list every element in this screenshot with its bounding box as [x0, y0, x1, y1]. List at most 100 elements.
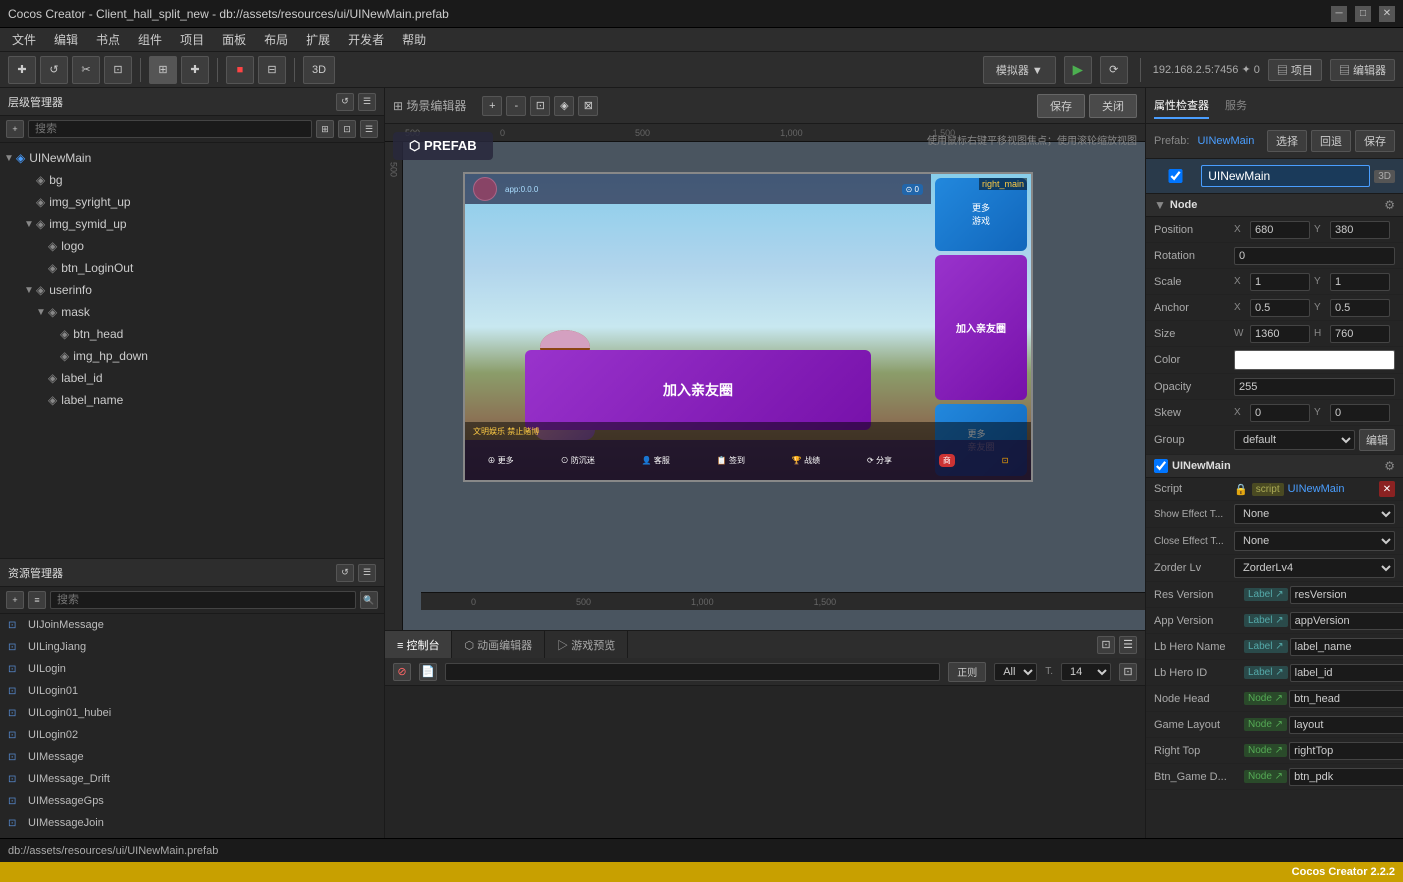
- tree-item-img-symid[interactable]: ▼ ◈ img_symid_up: [0, 213, 384, 235]
- asset-item-uilogin01-hubei[interactable]: ⊡UILogin01_hubei: [0, 702, 384, 724]
- scene-nav-2[interactable]: ◈: [554, 96, 574, 116]
- asset-item-uimessagelost[interactable]: ⊡UIMessageLostConnect: [0, 834, 384, 838]
- asset-item-uimessagejoin[interactable]: ⊡UIMessageJoin: [0, 812, 384, 834]
- skew-x-input[interactable]: [1250, 404, 1310, 422]
- scale-x-input[interactable]: [1250, 273, 1310, 291]
- tab-animation[interactable]: ⬡ 动画编辑器: [452, 631, 545, 659]
- hierarchy-search-input[interactable]: [28, 120, 312, 138]
- nav-chest[interactable]: ⊡: [1002, 456, 1009, 465]
- select-prefab-button[interactable]: 选择: [1267, 130, 1307, 152]
- asset-item-uilogin01[interactable]: ⊡UILogin01: [0, 680, 384, 702]
- bottom-menu-btn[interactable]: ☰: [1119, 636, 1137, 654]
- log-level-select[interactable]: All: [994, 663, 1037, 681]
- scene-nav-3[interactable]: ⊠: [578, 96, 598, 116]
- tree-item-img-syright[interactable]: ◈ img_syright_up: [0, 191, 384, 213]
- asset-item-uimessagegps[interactable]: ⊡UIMessageGps: [0, 790, 384, 812]
- component-name-input[interactable]: [1201, 165, 1370, 187]
- anchor-y-input[interactable]: [1330, 299, 1390, 317]
- position-x-input[interactable]: [1250, 221, 1310, 239]
- asset-item-uilogin[interactable]: ⊡UILogin: [0, 658, 384, 680]
- asset-item-uimessage-drift[interactable]: ⊡UIMessage_Drift: [0, 768, 384, 790]
- res-version-input[interactable]: [1290, 586, 1403, 604]
- asset-refresh[interactable]: ↺: [336, 564, 354, 582]
- add-node-button[interactable]: ✚: [8, 56, 36, 84]
- color-swatch[interactable]: [1234, 350, 1395, 370]
- group-select[interactable]: default: [1234, 430, 1355, 450]
- bottom-expand-btn[interactable]: ⊡: [1097, 636, 1115, 654]
- console-search-input[interactable]: [445, 663, 940, 681]
- tab-console[interactable]: ≡ 控制台: [385, 631, 452, 659]
- game-layout-input[interactable]: [1289, 716, 1403, 734]
- opacity-input[interactable]: [1234, 378, 1395, 396]
- right-top-input[interactable]: [1289, 742, 1403, 760]
- play-button[interactable]: ▶: [1064, 56, 1092, 84]
- zoom-in-button[interactable]: +: [482, 96, 502, 116]
- nav-checkin[interactable]: 📋 签到: [717, 455, 745, 466]
- rect-button[interactable]: ■: [226, 56, 254, 84]
- nav-more[interactable]: ⊕ 更多: [487, 455, 513, 466]
- asset-item-uijoinmessage[interactable]: ⊡UIJoinMessage: [0, 614, 384, 636]
- menu-help[interactable]: 帮助: [394, 28, 434, 52]
- lb-hero-name-input[interactable]: [1290, 638, 1403, 656]
- save-prefab-button[interactable]: 保存: [1355, 130, 1395, 152]
- nav-service[interactable]: 👤 客服: [642, 455, 670, 466]
- anchor-x-input[interactable]: [1250, 299, 1310, 317]
- script-remove-button[interactable]: ✕: [1379, 481, 1395, 497]
- group-edit-button[interactable]: 编辑: [1359, 429, 1395, 451]
- nav-share[interactable]: ⟳ 分享: [867, 455, 892, 466]
- menu-dev[interactable]: 开发者: [340, 28, 392, 52]
- asset-search-go[interactable]: 🔍: [360, 591, 378, 609]
- app-version-input[interactable]: [1290, 612, 1403, 630]
- uinewmain-section-header[interactable]: UINewMain ⚙: [1146, 455, 1403, 478]
- size-w-input[interactable]: [1250, 325, 1310, 343]
- menu-node[interactable]: 书点: [88, 28, 128, 52]
- lb-hero-id-input[interactable]: [1290, 664, 1403, 682]
- rotation-input[interactable]: [1234, 247, 1395, 265]
- btn-game-input[interactable]: [1289, 768, 1403, 786]
- hierarchy-refresh[interactable]: ↺: [336, 93, 354, 111]
- show-effect-select[interactable]: None: [1234, 504, 1395, 524]
- pause-button[interactable]: ⟳: [1100, 56, 1128, 84]
- zorder-select[interactable]: ZorderLv4: [1234, 558, 1395, 578]
- menu-panel[interactable]: 面板: [214, 28, 254, 52]
- tree-item-img-hp[interactable]: ◈ img_hp_down: [0, 345, 384, 367]
- tree-item-userinfo[interactable]: ▼ ◈ userinfo: [0, 279, 384, 301]
- console-expand-button[interactable]: ⊡: [1119, 663, 1137, 681]
- position-y-input[interactable]: [1330, 221, 1390, 239]
- tree-item-btn-loginout[interactable]: ◈ btn_LoginOut: [0, 257, 384, 279]
- font-size-select[interactable]: 14: [1061, 663, 1111, 681]
- menu-component[interactable]: 组件: [130, 28, 170, 52]
- tree-item-mask[interactable]: ▼ ◈ mask: [0, 301, 384, 323]
- comp-settings-icon[interactable]: ⚙: [1384, 459, 1395, 473]
- node-settings-icon[interactable]: ⚙: [1384, 198, 1395, 212]
- scene-nav-1[interactable]: ⊡: [530, 96, 550, 116]
- tab-inspector[interactable]: 属性检查器: [1154, 93, 1209, 119]
- scene-viewport[interactable]: ⬡ PREFAB 使用鼠标右键平移视图焦点；使用滚轮缩放视图 500 0 500…: [385, 124, 1145, 630]
- comp-enabled-checkbox[interactable]: [1154, 169, 1197, 183]
- skew-y-input[interactable]: [1330, 404, 1390, 422]
- close-effect-select[interactable]: None: [1234, 531, 1395, 551]
- tree-item-btn-head[interactable]: ◈ btn_head: [0, 323, 384, 345]
- menu-layout[interactable]: 布局: [256, 28, 296, 52]
- tree-item-logo[interactable]: ◈ logo: [0, 235, 384, 257]
- tree-item-uinewmain[interactable]: ▼ ◈ UINewMain: [0, 147, 384, 169]
- save-console-button[interactable]: 📄: [419, 663, 437, 681]
- clear-console-button[interactable]: ⊘: [393, 663, 411, 681]
- nav-shop[interactable]: 商: [939, 454, 955, 467]
- refresh-button[interactable]: ↺: [40, 56, 68, 84]
- hierarchy-filter[interactable]: ⊡: [338, 120, 356, 138]
- scene-close-button[interactable]: 关闭: [1089, 94, 1137, 118]
- join-family-btn[interactable]: 加入亲友圈: [935, 255, 1027, 400]
- menu-file[interactable]: 文件: [4, 28, 44, 52]
- tools-button[interactable]: ✂: [72, 56, 100, 84]
- asset-add[interactable]: +: [6, 591, 24, 609]
- comp-enable-checkbox[interactable]: [1154, 459, 1168, 473]
- regex-toggle-button[interactable]: 正则: [948, 662, 986, 682]
- menu-extend[interactable]: 扩展: [298, 28, 338, 52]
- hierarchy-add[interactable]: +: [6, 120, 24, 138]
- zoom-out-button[interactable]: -: [506, 96, 526, 116]
- asset-item-uilingjiang[interactable]: ⊡UILingJiang: [0, 636, 384, 658]
- hierarchy-collapse[interactable]: ☰: [360, 120, 378, 138]
- hierarchy-sort[interactable]: ⊞: [316, 120, 334, 138]
- script-link[interactable]: UINewMain: [1288, 483, 1375, 495]
